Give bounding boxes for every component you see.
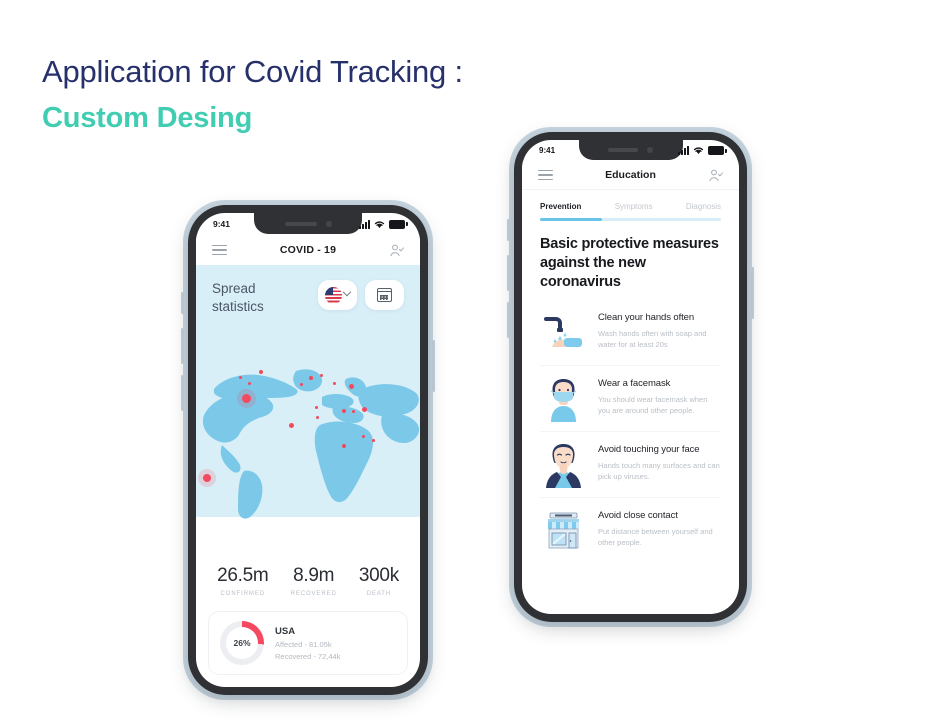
tab-indicator-fill: [540, 218, 602, 221]
hamburger-menu-icon[interactable]: [212, 244, 227, 256]
phone-mockup-education: 9:41 Education Prevention Symptoms Diagn…: [507, 127, 754, 627]
tab-diagnosis[interactable]: Diagnosis: [686, 202, 721, 211]
donut-percent-label: 26%: [226, 627, 258, 659]
wifi-icon: [374, 220, 385, 228]
tab-symptoms[interactable]: Symptoms: [615, 202, 653, 211]
phone-mockup-covid-dashboard: 9:41 COVID - 19 Spread statistics 26.5m …: [181, 200, 435, 700]
item-description: Put distance between yourself and other …: [598, 526, 713, 547]
status-bar: 9:41: [522, 140, 739, 161]
country-name: USA: [275, 625, 296, 637]
volume-down-button[interactable]: [507, 302, 510, 338]
headline-line-2: Custom Desing: [42, 102, 253, 134]
education-tabs: Prevention Symptoms Diagnosis: [522, 190, 739, 211]
user-check-icon[interactable]: [389, 243, 404, 258]
tab-indicator-track: [540, 218, 721, 221]
education-heading: Basic protective measures against the ne…: [540, 235, 719, 290]
summary-stats-row: 26.5m CONFIRMED 8.9m RECOVERED 300k DEAT…: [196, 547, 420, 597]
stat-death: 300k DEATH: [358, 565, 399, 597]
map-hotspot[interactable]: [315, 406, 318, 409]
world-map-landmasses: [202, 369, 420, 519]
map-hotspot[interactable]: [239, 376, 242, 379]
slide-canvas: Application for Covid Tracking : Custom …: [0, 0, 937, 728]
map-hotspot[interactable]: [352, 410, 355, 413]
status-bar: 9:41: [196, 213, 420, 235]
item-description: You should wear facemask when you are ar…: [598, 394, 708, 415]
map-hotspot[interactable]: [349, 384, 354, 389]
item-description: Hands touch many surfaces and can pick u…: [598, 460, 720, 481]
spread-map-section: Spread statistics 26.5m CONFIRMED 8.9m R…: [196, 265, 420, 675]
user-check-icon[interactable]: [708, 168, 723, 183]
volume-down-button[interactable]: [181, 375, 184, 411]
country-info: USA Affected - 81.05k Recovered - 72,44k: [275, 626, 340, 661]
map-hotspot[interactable]: [248, 382, 251, 385]
slide-headline: Application for Covid Tracking : Custom …: [42, 50, 463, 142]
country-stat-card[interactable]: 26% USA Affected - 81.05k Recovered - 72…: [208, 611, 408, 675]
calendar-icon: [376, 288, 393, 302]
list-item[interactable]: Wear a facemask You should wear facemask…: [540, 364, 721, 431]
map-hotspot[interactable]: [372, 439, 375, 442]
map-hotspot[interactable]: [316, 416, 319, 419]
volume-up-button[interactable]: [507, 255, 510, 291]
map-hotspot[interactable]: [203, 474, 211, 482]
page-title: Education: [605, 169, 656, 181]
chevron-down-icon: [342, 287, 352, 297]
person-touching-face-icon: [540, 440, 587, 488]
list-item[interactable]: Clean your hands often Wash hands often …: [540, 300, 721, 365]
phone-screen-right: 9:41 Education Prevention Symptoms Diagn…: [522, 140, 739, 614]
map-hotspot[interactable]: [333, 382, 336, 385]
person-facemask-icon: [540, 374, 587, 422]
hamburger-menu-icon[interactable]: [538, 169, 553, 181]
item-title: Wear a facemask: [598, 377, 671, 389]
world-map[interactable]: [196, 353, 420, 523]
battery-icon: [389, 219, 408, 229]
market-store-icon: [540, 506, 587, 554]
status-time: 9:41: [213, 219, 231, 229]
signal-bars-icon: [678, 146, 689, 155]
item-title: Avoid close contact: [598, 509, 678, 521]
map-hotspot[interactable]: [300, 383, 303, 386]
map-hotspot[interactable]: [342, 444, 346, 448]
usa-flag-icon: [325, 286, 342, 304]
page-title: COVID - 19: [279, 244, 337, 256]
item-title: Clean your hands often: [598, 311, 695, 323]
stat-recovered: 8.9m RECOVERED: [290, 565, 337, 597]
map-hotspot[interactable]: [342, 409, 346, 413]
map-hotspot[interactable]: [259, 370, 263, 374]
item-description: Wash hands often with soap and water for…: [598, 328, 707, 349]
map-hotspot[interactable]: [289, 423, 294, 428]
spread-statistics-title: Spread statistics: [212, 281, 264, 314]
mute-switch[interactable]: [507, 219, 510, 241]
tab-prevention[interactable]: Prevention: [540, 202, 581, 211]
list-item[interactable]: Avoid close contact Put distance between…: [540, 496, 721, 563]
power-button[interactable]: [432, 340, 435, 392]
wifi-icon: [693, 147, 704, 154]
headline-line-1: Application for Covid Tracking :: [42, 54, 463, 89]
country-recovered: Recovered - 72,44k: [275, 651, 341, 661]
signal-bars-icon: [359, 219, 370, 229]
country-affected: Affected - 81.05k: [275, 639, 332, 649]
item-title: Avoid touching your face: [598, 443, 700, 455]
map-hotspot[interactable]: [242, 394, 251, 403]
phone-screen-left: 9:41 COVID - 19 Spread statistics 26.5m …: [196, 213, 420, 687]
status-time: 9:41: [539, 146, 556, 155]
stat-confirmed: 26.5m CONFIRMED: [217, 565, 269, 597]
app-bar-left: COVID - 19: [196, 235, 420, 265]
prevention-measures-list: Clean your hands often Wash hands often …: [522, 292, 739, 563]
date-picker-button[interactable]: [365, 280, 404, 310]
mute-switch[interactable]: [181, 292, 184, 314]
map-hotspot[interactable]: [309, 376, 313, 380]
hand-washing-icon: [540, 308, 587, 356]
power-button[interactable]: [751, 267, 754, 319]
map-hotspot[interactable]: [320, 374, 323, 377]
map-hotspot[interactable]: [362, 407, 367, 412]
list-item[interactable]: Avoid touching your face Hands touch man…: [540, 430, 721, 497]
map-hotspot[interactable]: [362, 435, 365, 438]
volume-up-button[interactable]: [181, 328, 184, 364]
percent-donut-chart: 26%: [220, 621, 264, 665]
country-selector-button[interactable]: [318, 280, 357, 310]
battery-icon: [708, 146, 727, 155]
app-bar-right: Education: [522, 161, 739, 190]
